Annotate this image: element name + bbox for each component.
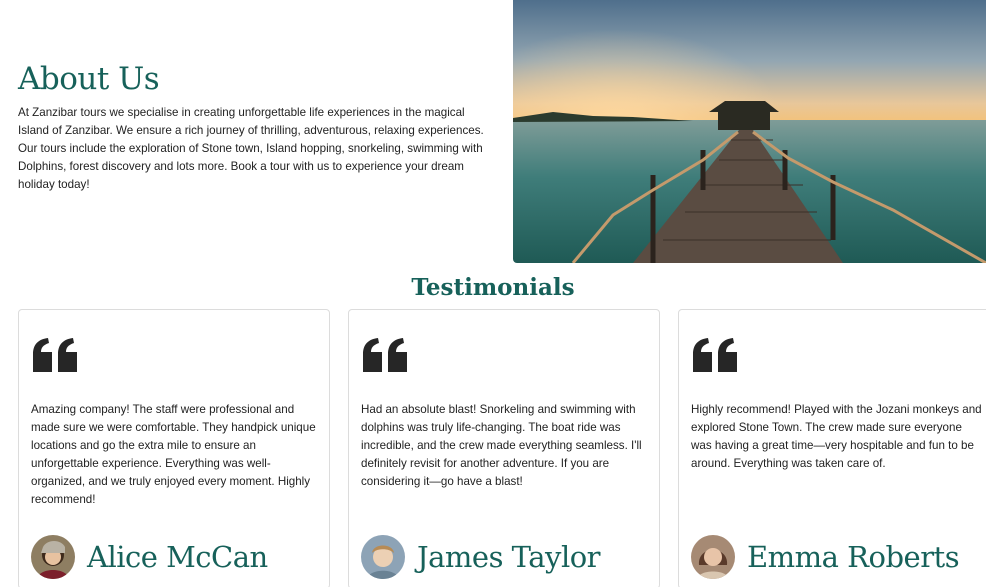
about-title: About Us xyxy=(18,61,160,97)
avatar xyxy=(31,535,75,579)
quote-icon xyxy=(33,338,77,372)
quote-icon xyxy=(363,338,407,372)
testimonial-author: James Taylor xyxy=(361,534,601,580)
jetty-sunset-image xyxy=(513,0,986,263)
about-text-block: About Us At Zanzibar tours we specialise… xyxy=(18,58,498,194)
testimonial-author: Alice McCan xyxy=(31,534,268,580)
testimonial-text: Highly recommend! Played with the Jozani… xyxy=(691,403,982,470)
quote-icon xyxy=(693,338,737,372)
testimonials-title: Testimonials xyxy=(411,274,575,301)
testimonial-text: Had an absolute blast! Snorkeling and sw… xyxy=(361,403,642,488)
avatar xyxy=(361,535,405,579)
testimonial-card: Amazing company! The staff were professi… xyxy=(18,309,330,587)
testimonial-card: Highly recommend! Played with the Jozani… xyxy=(678,309,986,587)
author-name: Alice McCan xyxy=(87,540,268,574)
testimonial-author: Emma Roberts xyxy=(691,534,960,580)
about-section: About Us At Zanzibar tours we specialise… xyxy=(0,0,986,264)
author-name: Emma Roberts xyxy=(747,540,960,574)
about-description: At Zanzibar tours we specialise in creat… xyxy=(18,106,484,191)
author-name: James Taylor xyxy=(417,540,601,574)
testimonial-card: Had an absolute blast! Snorkeling and sw… xyxy=(348,309,660,587)
testimonial-text: Amazing company! The staff were professi… xyxy=(31,403,316,506)
avatar xyxy=(691,535,735,579)
